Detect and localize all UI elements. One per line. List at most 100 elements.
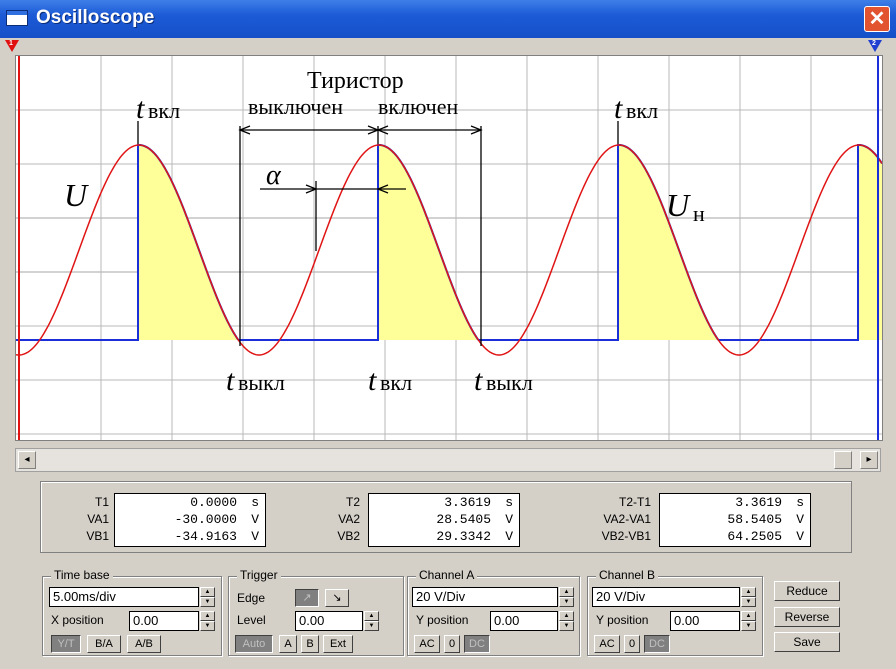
va2-value: 28.5405 bbox=[436, 512, 491, 527]
level-spinner[interactable]: ▲ ▼ bbox=[364, 611, 379, 631]
reverse-button[interactable]: Reverse bbox=[774, 607, 840, 627]
readout-box-1: 0.0000 s -30.0000 V -34.9163 V bbox=[114, 493, 266, 547]
trigger-title: Trigger bbox=[237, 568, 281, 582]
un-subscript: н bbox=[693, 201, 705, 226]
channel-b-scale-input[interactable]: 20 V/Div bbox=[592, 587, 740, 607]
dvb-value: 64.2505 bbox=[727, 529, 782, 544]
channel-a-scale-spinner[interactable]: ▲ ▼ bbox=[559, 587, 574, 607]
timebase-input[interactable]: 5.00ms/div bbox=[49, 587, 199, 607]
readout-box-2: 3.3619 s 28.5405 V 29.3342 V bbox=[368, 493, 520, 547]
timebase-spinner[interactable]: ▲ ▼ bbox=[200, 587, 215, 607]
channel-a-scale-input[interactable]: 20 V/Div bbox=[412, 587, 558, 607]
va1-label: VA1 bbox=[87, 512, 109, 526]
title-bar: Oscilloscope ✕ bbox=[0, 0, 896, 39]
timebase-group: Time base 5.00ms/div ▲ ▼ X position 0.00 … bbox=[42, 568, 222, 656]
vb1-label: VB1 bbox=[86, 529, 109, 543]
channel-a-title: Channel A bbox=[416, 568, 478, 582]
channel-b-ypos-label: Y position bbox=[596, 613, 649, 627]
xpos-spinner[interactable]: ▲ ▼ bbox=[200, 611, 215, 631]
auto-button[interactable]: Auto bbox=[235, 635, 273, 653]
channel-a-zero-button[interactable]: 0 bbox=[444, 635, 460, 653]
conduction-fill bbox=[138, 145, 882, 340]
scroll-thumb[interactable] bbox=[834, 451, 852, 469]
dvb-label: VB2-VB1 bbox=[601, 529, 651, 543]
channel-a-dc-button[interactable]: DC bbox=[464, 635, 490, 653]
trigger-b-button[interactable]: B bbox=[301, 635, 319, 653]
trigger-a-button[interactable]: A bbox=[279, 635, 297, 653]
t-on-label: t bbox=[136, 92, 145, 125]
channel-b-ypos-spinner[interactable]: ▲ ▼ bbox=[741, 611, 756, 631]
vb1-value: -34.9163 bbox=[174, 529, 237, 544]
xpos-label: X position bbox=[51, 613, 104, 627]
conduction-area bbox=[138, 145, 240, 340]
channel-b-scale-spinner[interactable]: ▲ ▼ bbox=[741, 587, 756, 607]
ba-button[interactable]: B/A bbox=[87, 635, 121, 653]
u-label: U bbox=[64, 177, 89, 213]
close-button[interactable]: ✕ bbox=[864, 6, 890, 32]
cursor-1-marker[interactable]: 1 bbox=[5, 40, 19, 52]
t-off-label: t bbox=[226, 364, 235, 397]
channel-b-zero-button[interactable]: 0 bbox=[624, 635, 640, 653]
channel-b-title: Channel B bbox=[596, 568, 659, 582]
trigger-group: Trigger Edge ↗ ↘ Level 0.00 ▲ ▼ Auto A B … bbox=[228, 568, 404, 656]
edge-label: Edge bbox=[237, 591, 266, 605]
cursor-ruler bbox=[0, 38, 896, 54]
channel-a-group: Channel A 20 V/Div ▲ ▼ Y position 0.00 ▲ ▼… bbox=[407, 568, 580, 656]
channel-a-ypos-label: Y position bbox=[416, 613, 469, 627]
cursor-2-marker[interactable]: 2 bbox=[868, 40, 882, 52]
off-label: выключен bbox=[248, 94, 343, 119]
channel-b-group: Channel B 20 V/Div ▲ ▼ Y position 0.00 ▲ ▼… bbox=[587, 568, 763, 656]
t2-value: 3.3619 bbox=[444, 495, 491, 510]
dt-label: T2-T1 bbox=[618, 495, 651, 509]
channel-b-ypos-input[interactable]: 0.00 bbox=[670, 611, 740, 631]
channel-a-ac-button[interactable]: AC bbox=[414, 635, 440, 653]
dva-value: 58.5405 bbox=[727, 512, 782, 527]
yt-button[interactable]: Y/T bbox=[51, 635, 81, 653]
scroll-right-button[interactable]: ▸ bbox=[860, 451, 878, 469]
conduction-area bbox=[378, 145, 480, 340]
reduce-button[interactable]: Reduce bbox=[774, 581, 840, 601]
t1-label: T1 bbox=[94, 495, 109, 509]
save-button[interactable]: Save bbox=[774, 632, 840, 652]
thyristor-label: Тиристор bbox=[307, 68, 404, 94]
t-off-label: t bbox=[474, 364, 483, 397]
scroll-left-button[interactable]: ◂ bbox=[18, 451, 36, 469]
t-on-subscript: вкл bbox=[148, 98, 180, 123]
dva-label: VA2-VA1 bbox=[603, 512, 651, 526]
t-off-subscript: выкл bbox=[238, 370, 285, 395]
vb2-label: VB2 bbox=[337, 529, 360, 543]
window-title: Oscilloscope bbox=[36, 7, 155, 28]
t-on-subscript: вкл bbox=[626, 98, 658, 123]
t-on-label: t bbox=[614, 92, 623, 125]
horizontal-scrollbar[interactable]: ◂ ▸ bbox=[15, 448, 881, 472]
readout-box-3: 3.3619 s 58.5405 V 64.2505 V bbox=[659, 493, 811, 547]
channel-a-ypos-input[interactable]: 0.00 bbox=[490, 611, 558, 631]
oscilloscope-screen: U Uн t вкл t вкл t вкл t выкл t выкл Тиристор выключе… bbox=[15, 55, 883, 441]
edge-rise-button[interactable]: ↗ bbox=[295, 589, 319, 607]
alpha-label: α bbox=[266, 160, 282, 191]
channel-a-ypos-spinner[interactable]: ▲ ▼ bbox=[559, 611, 574, 631]
xpos-input[interactable]: 0.00 bbox=[129, 611, 199, 631]
va2-label: VA2 bbox=[338, 512, 360, 526]
on-label: включен bbox=[378, 94, 458, 119]
t2-label: T2 bbox=[345, 495, 360, 509]
dt-value: 3.3619 bbox=[735, 495, 782, 510]
vb2-value: 29.3342 bbox=[436, 529, 491, 544]
edge-fall-button[interactable]: ↘ bbox=[325, 589, 349, 607]
t1-value: 0.0000 bbox=[190, 495, 237, 510]
ab-button[interactable]: A/B bbox=[127, 635, 161, 653]
window-icon bbox=[6, 10, 28, 26]
channel-b-dc-button[interactable]: DC bbox=[644, 635, 670, 653]
t-on-subscript: вкл bbox=[380, 370, 412, 395]
level-label: Level bbox=[237, 613, 266, 627]
waveform-plot: U Uнt вклt вклt вклt выкл t выклТиристорвыключе… bbox=[16, 56, 882, 440]
un-label: U bbox=[666, 187, 691, 223]
level-input[interactable]: 0.00 bbox=[295, 611, 363, 631]
timebase-title: Time base bbox=[51, 568, 113, 582]
cursor-readouts: T1 VA1 VB1 0.0000 s -30.0000 V -34.9163 V T… bbox=[40, 481, 852, 553]
t-off-subscript: выкл bbox=[486, 370, 533, 395]
t-on-label: t bbox=[368, 364, 377, 397]
channel-b-ac-button[interactable]: AC bbox=[594, 635, 620, 653]
va1-value: -30.0000 bbox=[174, 512, 237, 527]
ext-button[interactable]: Ext bbox=[323, 635, 353, 653]
